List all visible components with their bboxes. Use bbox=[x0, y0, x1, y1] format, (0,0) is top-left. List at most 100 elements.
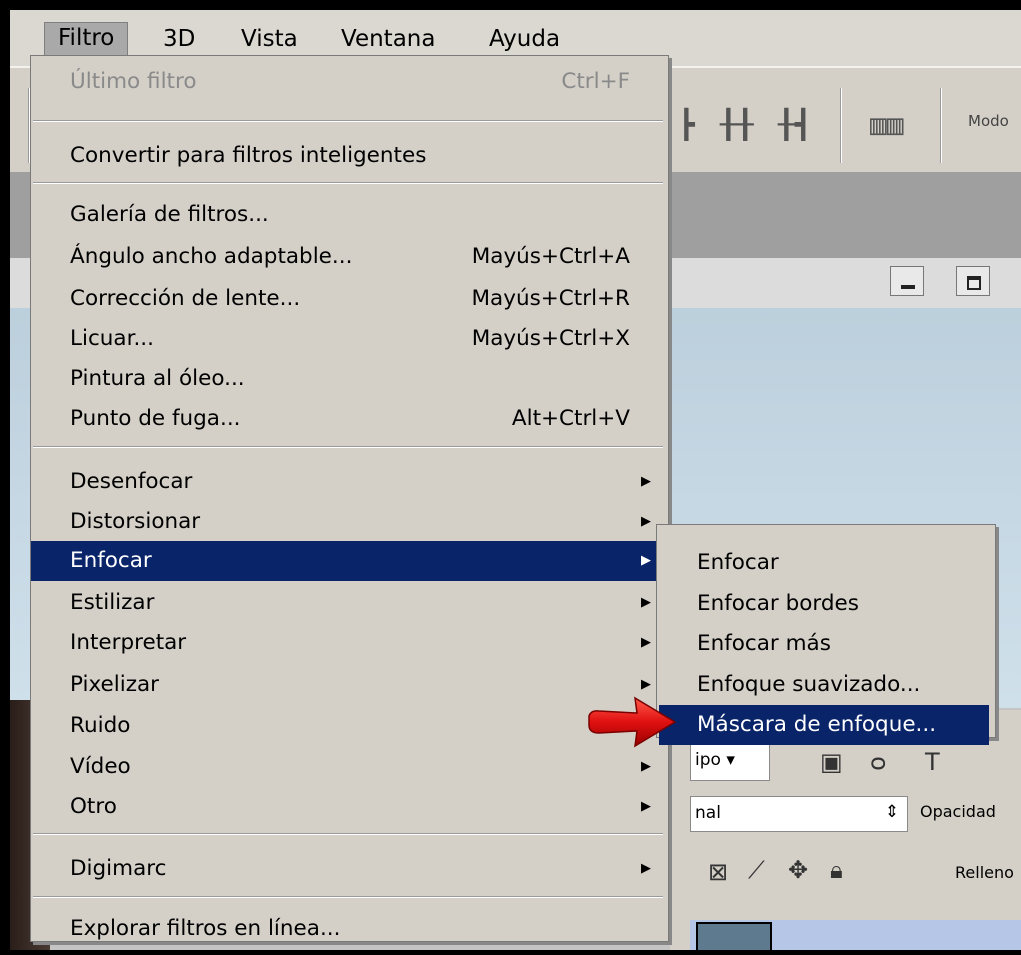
submenu-item-label: Máscara de enfoque... bbox=[697, 712, 937, 737]
menu-item-label: Pixelizar bbox=[70, 672, 160, 697]
auto-align-icon[interactable]: ▥▥ bbox=[870, 108, 904, 141]
submenu-item-label: Enfocar más bbox=[697, 631, 831, 656]
filtro-dropdown-menu: Último filtro Ctrl+F Convertir para filt… bbox=[30, 55, 669, 942]
menu-vista[interactable]: Vista bbox=[228, 24, 311, 54]
layers-panel: ipo ▾ ▣ ᴑ T nal ⇕ Opacidad ⊠ ⟋ ✥ 🔒︎ Relle… bbox=[670, 710, 1021, 950]
chevron-down-icon: ▾ bbox=[726, 750, 735, 770]
maximize-button[interactable] bbox=[956, 266, 990, 296]
menu-item-label: Otro bbox=[70, 794, 117, 819]
menu-item-label: Interpretar bbox=[70, 630, 187, 655]
red-arrow-icon bbox=[588, 696, 677, 748]
distribute-horizontal-icon[interactable]: ╂╂ bbox=[720, 108, 754, 141]
layer-kind-select[interactable]: ipo ▾ bbox=[690, 743, 770, 781]
menu-item-interpretar[interactable]: Interpretar ▶ bbox=[31, 623, 668, 663]
menu-item-correccion-lente[interactable]: Corrección de lente... Mayús+Ctrl+R bbox=[31, 279, 668, 319]
submenu-item-enfocar-bordes[interactable]: Enfocar bordes bbox=[659, 584, 989, 624]
toolbar-divider bbox=[28, 88, 29, 163]
toolbar-divider bbox=[940, 88, 941, 163]
submenu-item-enfocar-mas[interactable]: Enfocar más bbox=[659, 624, 989, 664]
menu-item-label: Punto de fuga... bbox=[70, 406, 241, 431]
menu-item-label: Licuar... bbox=[70, 326, 154, 351]
adjustment-filter-icon[interactable]: ᴑ bbox=[870, 748, 886, 776]
updown-arrows-icon: ⇕ bbox=[884, 802, 899, 822]
menu-item-label: Ángulo ancho adaptable... bbox=[70, 244, 353, 269]
menu-item-enfocar[interactable]: Enfocar ▶ bbox=[31, 541, 668, 581]
shortcut: Ctrl+F bbox=[561, 69, 630, 94]
menu-item-label: Galería de filtros... bbox=[70, 202, 269, 227]
menu-item-label: Último filtro bbox=[70, 69, 197, 94]
menu-item-angulo-ancho[interactable]: Ángulo ancho adaptable... Mayús+Ctrl+A bbox=[31, 237, 668, 277]
menu-separator bbox=[33, 182, 663, 184]
opacity-label: Opacidad bbox=[920, 802, 996, 821]
menu-item-label: Convertir para filtros inteligentes bbox=[70, 143, 427, 168]
minimize-button[interactable] bbox=[890, 266, 924, 296]
submenu-item-enfoque-suavizado[interactable]: Enfoque suavizado... bbox=[659, 665, 989, 705]
menu-item-desenfocar[interactable]: Desenfocar ▶ bbox=[31, 462, 668, 502]
menu-item-distorsionar[interactable]: Distorsionar ▶ bbox=[31, 502, 668, 542]
menu-item-label: Estilizar bbox=[70, 590, 155, 615]
shortcut: Alt+Ctrl+V bbox=[511, 406, 630, 431]
submenu-item-label: Enfocar bbox=[697, 550, 779, 575]
menu-3d[interactable]: 3D bbox=[150, 24, 208, 54]
lock-transparency-icon[interactable]: ⊠ bbox=[708, 858, 728, 886]
menu-item-label: Distorsionar bbox=[70, 509, 201, 534]
submenu-arrow-icon: ▶ bbox=[641, 799, 651, 814]
menu-separator bbox=[33, 120, 663, 122]
menu-item-estilizar[interactable]: Estilizar ▶ bbox=[31, 583, 668, 623]
submenu-item-enfocar[interactable]: Enfocar bbox=[659, 543, 989, 583]
menu-item-label: Vídeo bbox=[70, 754, 131, 779]
submenu-item-label: Enfocar bordes bbox=[697, 591, 859, 616]
menu-separator bbox=[33, 896, 663, 898]
submenu-arrow-icon: ▶ bbox=[641, 759, 651, 774]
menu-item-pixelizar[interactable]: Pixelizar ▶ bbox=[31, 665, 668, 705]
brush-icon[interactable]: ⟋ bbox=[748, 856, 765, 884]
distribute-right-icon[interactable]: ╂┫ bbox=[778, 108, 812, 141]
menu-ayuda[interactable]: Ayuda bbox=[476, 24, 573, 54]
submenu-arrow-icon: ▶ bbox=[641, 861, 651, 876]
type-filter-icon[interactable]: T bbox=[925, 748, 940, 776]
submenu-arrow-icon: ▶ bbox=[641, 553, 651, 568]
shortcut: Mayús+Ctrl+R bbox=[471, 286, 631, 311]
toolbar-divider bbox=[840, 88, 841, 163]
menu-item-otro[interactable]: Otro ▶ bbox=[31, 787, 668, 827]
menu-item-pintura-oleo[interactable]: Pintura al óleo... bbox=[31, 359, 668, 399]
submenu-arrow-icon: ▶ bbox=[641, 595, 651, 610]
submenu-arrow-icon: ▶ bbox=[641, 635, 651, 650]
layer-kind-value: ipo bbox=[695, 750, 721, 770]
menu-item-galeria-filtros[interactable]: Galería de filtros... bbox=[31, 195, 668, 235]
lock-icon[interactable]: 🔒︎ bbox=[830, 856, 843, 884]
align-center-icon[interactable]: ┣ bbox=[678, 108, 695, 141]
blend-mode-value: nal bbox=[695, 803, 721, 823]
menu-item-explorar-filtros[interactable]: Explorar filtros en línea... bbox=[31, 909, 668, 949]
submenu-item-mascara-enfoque[interactable]: Máscara de enfoque... bbox=[659, 705, 989, 745]
submenu-arrow-icon: ▶ bbox=[641, 474, 651, 489]
fill-label: Relleno bbox=[955, 863, 1014, 882]
menu-item-convertir-filtros-inteligentes[interactable]: Convertir para filtros inteligentes bbox=[31, 136, 668, 176]
move-icon[interactable]: ✥ bbox=[788, 856, 808, 884]
menu-item-label: Ruido bbox=[70, 713, 131, 738]
menu-item-label: Pintura al óleo... bbox=[70, 366, 245, 391]
menu-item-label: Digimarc bbox=[70, 856, 167, 881]
submenu-arrow-icon: ▶ bbox=[641, 514, 651, 529]
menu-item-ultimo-filtro: Último filtro Ctrl+F bbox=[31, 62, 668, 102]
menu-filtro[interactable]: Filtro bbox=[44, 22, 129, 56]
menu-separator bbox=[33, 833, 663, 835]
menu-item-label: Desenfocar bbox=[70, 469, 193, 494]
menu-item-label: Enfocar bbox=[70, 548, 152, 573]
menu-item-label: Explorar filtros en línea... bbox=[70, 916, 341, 941]
shortcut: Mayús+Ctrl+A bbox=[471, 244, 630, 269]
menu-item-punto-fuga[interactable]: Punto de fuga... Alt+Ctrl+V bbox=[31, 399, 668, 439]
menu-item-licuar[interactable]: Licuar... Mayús+Ctrl+X bbox=[31, 319, 668, 359]
menu-item-digimarc[interactable]: Digimarc ▶ bbox=[31, 849, 668, 889]
image-filter-icon[interactable]: ▣ bbox=[820, 748, 843, 776]
menu-ventana[interactable]: Ventana bbox=[328, 24, 448, 54]
submenu-item-label: Enfoque suavizado... bbox=[697, 672, 921, 697]
menu-item-video[interactable]: Vídeo ▶ bbox=[31, 747, 668, 787]
blend-mode-select[interactable]: nal ⇕ bbox=[690, 796, 908, 832]
enfocar-submenu: Enfocar Enfocar bordes Enfocar más Enfoq… bbox=[656, 524, 996, 745]
menu-separator bbox=[33, 446, 663, 448]
shortcut: Mayús+Ctrl+X bbox=[471, 326, 630, 351]
menu-item-label: Corrección de lente... bbox=[70, 286, 301, 311]
mode-label: Modo bbox=[968, 112, 1009, 130]
menu-item-ruido[interactable]: Ruido ▶ bbox=[31, 706, 668, 746]
